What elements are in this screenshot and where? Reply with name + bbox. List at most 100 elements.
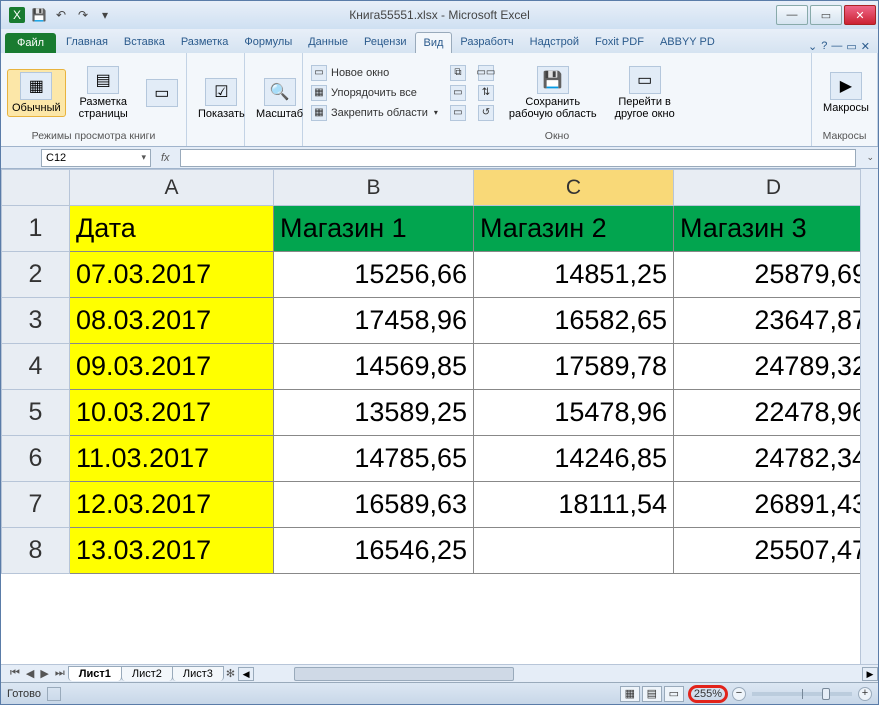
undo-icon[interactable]: ↶ (53, 7, 69, 23)
cell[interactable]: Дата (70, 206, 274, 252)
name-box-dropdown-icon[interactable]: ▾ (141, 152, 146, 163)
ribbon-tab-надстрой[interactable]: Надстрой (522, 32, 587, 53)
save-icon[interactable]: 💾 (31, 7, 47, 23)
cell[interactable]: 16582,65 (474, 298, 674, 344)
column-header[interactable]: C (474, 170, 674, 206)
cell[interactable]: 16589,63 (274, 482, 474, 528)
name-box[interactable]: C12 ▾ (41, 149, 151, 167)
row-header[interactable]: 7 (2, 482, 70, 528)
row-header[interactable]: 8 (2, 528, 70, 574)
row-header[interactable]: 3 (2, 298, 70, 344)
tab-nav-prev[interactable]: ◀ (23, 667, 37, 680)
ribbon-tab-разработч[interactable]: Разработч (452, 32, 521, 53)
page-break-button[interactable]: ▭ (141, 76, 183, 110)
ribbon-tab-данные[interactable]: Данные (300, 32, 356, 53)
mdi-min-button[interactable]: — (831, 40, 842, 53)
select-all-corner[interactable] (2, 170, 70, 206)
cell[interactable]: 16546,25 (274, 528, 474, 574)
row-header[interactable]: 4 (2, 344, 70, 390)
view-side-button[interactable]: ▭▭ (476, 64, 496, 82)
cell[interactable]: 18111,54 (474, 482, 674, 528)
mdi-max-button[interactable]: ▭ (846, 40, 856, 53)
cell[interactable]: 08.03.2017 (70, 298, 274, 344)
cell[interactable]: 14569,85 (274, 344, 474, 390)
cell[interactable]: 13589,25 (274, 390, 474, 436)
minimize-button[interactable]: — (776, 5, 808, 25)
hscroll-left[interactable]: ◀ (238, 667, 254, 681)
cell[interactable]: 22478,96 (674, 390, 874, 436)
qat-dropdown-icon[interactable]: ▾ (97, 7, 113, 23)
ribbon-tab-формулы[interactable]: Формулы (236, 32, 300, 53)
formula-input[interactable] (180, 149, 857, 167)
hscroll-thumb[interactable] (294, 667, 514, 681)
macro-record-icon[interactable] (47, 687, 61, 701)
cell[interactable]: 25879,69 (674, 252, 874, 298)
normal-view-button[interactable]: ▦ Обычный (7, 69, 66, 117)
cell[interactable]: 09.03.2017 (70, 344, 274, 390)
sheet-tab[interactable]: Лист3 (172, 666, 224, 681)
view-layout-button[interactable]: ▤ (642, 686, 662, 702)
page-layout-button[interactable]: ▤ Разметка страницы (74, 63, 133, 123)
fx-icon[interactable]: fx (161, 152, 170, 164)
cell[interactable]: 11.03.2017 (70, 436, 274, 482)
hscroll-right[interactable]: ▶ (862, 667, 878, 681)
help-icon[interactable]: ? (821, 40, 827, 53)
reset-pos-button[interactable]: ↺ (476, 104, 496, 122)
ribbon-tab-вставка[interactable]: Вставка (116, 32, 173, 53)
save-workspace-button[interactable]: 💾 Сохранить рабочую область (504, 63, 602, 123)
cell[interactable]: 17589,78 (474, 344, 674, 390)
cell[interactable]: 24789,32 (674, 344, 874, 390)
zoom-slider-thumb[interactable] (822, 688, 830, 700)
vertical-scrollbar[interactable] (860, 169, 878, 664)
cell[interactable]: 15478,96 (474, 390, 674, 436)
row-header[interactable]: 2 (2, 252, 70, 298)
cell[interactable]: 23647,87 (674, 298, 874, 344)
column-header[interactable]: B (274, 170, 474, 206)
horizontal-scrollbar[interactable] (294, 667, 844, 681)
sync-scroll-button[interactable]: ⇅ (476, 84, 496, 102)
ribbon-minimize-icon[interactable]: ⌄ (808, 40, 817, 53)
cell[interactable] (474, 528, 674, 574)
row-header[interactable]: 6 (2, 436, 70, 482)
cell[interactable]: 15256,66 (274, 252, 474, 298)
ribbon-tab-разметка[interactable]: Разметка (173, 32, 237, 53)
cell[interactable]: 07.03.2017 (70, 252, 274, 298)
ribbon-tab-вид[interactable]: Вид (415, 32, 453, 53)
cell[interactable]: 14246,85 (474, 436, 674, 482)
switch-windows-button[interactable]: ▭ Перейти в другое окно (610, 63, 680, 123)
cell[interactable]: Магазин 2 (474, 206, 674, 252)
ribbon-tab-главная[interactable]: Главная (58, 32, 116, 53)
view-break-button[interactable]: ▭ (664, 686, 684, 702)
file-tab[interactable]: Файл (5, 33, 56, 53)
freeze-panes-button[interactable]: ▦Закрепить области▾ (309, 104, 440, 122)
formula-expand-icon[interactable]: ⌄ (866, 152, 874, 163)
arrange-all-button[interactable]: ▦Упорядочить все (309, 84, 440, 102)
zoom-in-button[interactable]: + (858, 687, 872, 701)
unhide-button[interactable]: ▭ (448, 104, 468, 122)
new-sheet-button[interactable]: ✻ (223, 667, 238, 680)
tab-nav-first[interactable]: ⏮ (7, 667, 23, 680)
mdi-close-button[interactable]: ✕ (861, 40, 870, 53)
ribbon-tab-foxit pdf[interactable]: Foxit PDF (587, 32, 652, 53)
redo-icon[interactable]: ↷ (75, 7, 91, 23)
hide-button[interactable]: ▭ (448, 84, 468, 102)
close-button[interactable]: ✕ (844, 5, 876, 25)
spreadsheet-grid[interactable]: ABCD1ДатаМагазин 1Магазин 2Магазин 3207.… (1, 169, 878, 682)
row-header[interactable]: 5 (2, 390, 70, 436)
ribbon-tab-рецензи[interactable]: Рецензи (356, 32, 415, 53)
row-header[interactable]: 1 (2, 206, 70, 252)
cell[interactable]: Магазин 1 (274, 206, 474, 252)
split-button[interactable]: ⧉ (448, 64, 468, 82)
view-normal-button[interactable]: ▦ (620, 686, 640, 702)
cell[interactable]: 24782,34 (674, 436, 874, 482)
ribbon-tab-abbyy pd[interactable]: ABBYY PD (652, 32, 723, 53)
zoom-percentage[interactable]: 255% (688, 685, 728, 703)
cell[interactable]: Магазин 3 (674, 206, 874, 252)
cell[interactable]: 14785,65 (274, 436, 474, 482)
cell[interactable]: 13.03.2017 (70, 528, 274, 574)
new-window-button[interactable]: ▭Новое окно (309, 64, 440, 82)
show-button[interactable]: ☑ Показать (193, 75, 250, 123)
macros-button[interactable]: ▶ Макросы (818, 69, 874, 117)
column-header[interactable]: D (674, 170, 874, 206)
cell[interactable]: 12.03.2017 (70, 482, 274, 528)
